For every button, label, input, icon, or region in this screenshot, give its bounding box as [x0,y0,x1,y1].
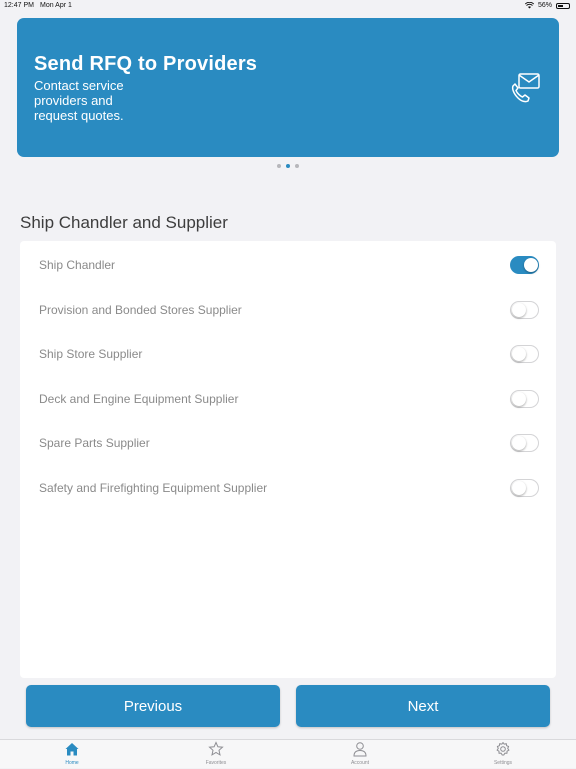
home-icon [65,743,79,756]
tab-label: Home [65,760,79,766]
status-time: 12:47 PM [4,2,34,9]
toggle-switch[interactable] [510,345,539,363]
tab-label: Account [350,760,370,766]
list-item[interactable]: Provision and Bonded Stores Supplier [20,294,556,324]
list-item[interactable]: Ship Chandler [20,249,556,279]
banner-subtitle: Contact service providers and request qu… [34,78,124,123]
page-dot-active[interactable] [286,164,290,168]
supplier-label: Provision and Bonded Stores Supplier [39,303,242,317]
toggle-switch[interactable] [510,434,539,452]
tab-account[interactable]: Account [330,741,390,769]
tab-settings[interactable]: Settings [473,741,533,769]
next-button[interactable]: Next [296,685,550,727]
list-item[interactable]: Safety and Firefighting Equipment Suppli… [20,472,556,502]
supplier-label: Deck and Engine Equipment Supplier [39,392,239,406]
supplier-list: Ship Chandler Provision and Bonded Store… [20,241,556,678]
battery-icon [556,2,570,9]
toggle-switch[interactable] [510,479,539,497]
rfq-banner[interactable]: Send RFQ to Providers Contact service pr… [17,18,559,157]
phone-mail-icon [511,73,540,103]
supplier-label: Spare Parts Supplier [39,436,150,450]
tab-label: Settings [493,760,513,766]
toggle-switch[interactable] [510,256,539,274]
supplier-label: Safety and Firefighting Equipment Suppli… [39,481,268,495]
supplier-label: Ship Chandler [39,258,116,272]
list-item[interactable]: Deck and Engine Equipment Supplier [20,383,556,413]
tab-label: Favorites [205,760,227,766]
star-icon [208,741,224,756]
wifi-icon [524,2,534,9]
banner-title: Send RFQ to Providers [34,53,258,75]
status-indicators: 56% [524,2,570,9]
section-title: Ship Chandler and Supplier [20,213,228,232]
gear-icon [496,742,510,756]
tab-home[interactable]: Home [42,741,102,769]
list-item[interactable]: Ship Store Supplier [20,338,556,368]
tab-bar: Home Favorites Account Settings [0,739,576,768]
toggle-switch[interactable] [510,390,539,408]
battery-percent: 56% [537,2,552,9]
page-dot[interactable] [277,164,281,168]
previous-button[interactable]: Previous [26,685,280,727]
supplier-label: Ship Store Supplier [39,347,143,361]
page-indicator[interactable] [0,164,576,168]
status-date: Mon Apr 1 [40,2,72,9]
toggle-switch[interactable] [510,301,539,319]
person-icon [353,742,367,757]
list-item[interactable]: Spare Parts Supplier [20,427,556,457]
page-dot[interactable] [295,164,299,168]
status-bar: 12:47 PM Mon Apr 1 56% [0,0,576,12]
tab-favorites[interactable]: Favorites [186,741,246,769]
